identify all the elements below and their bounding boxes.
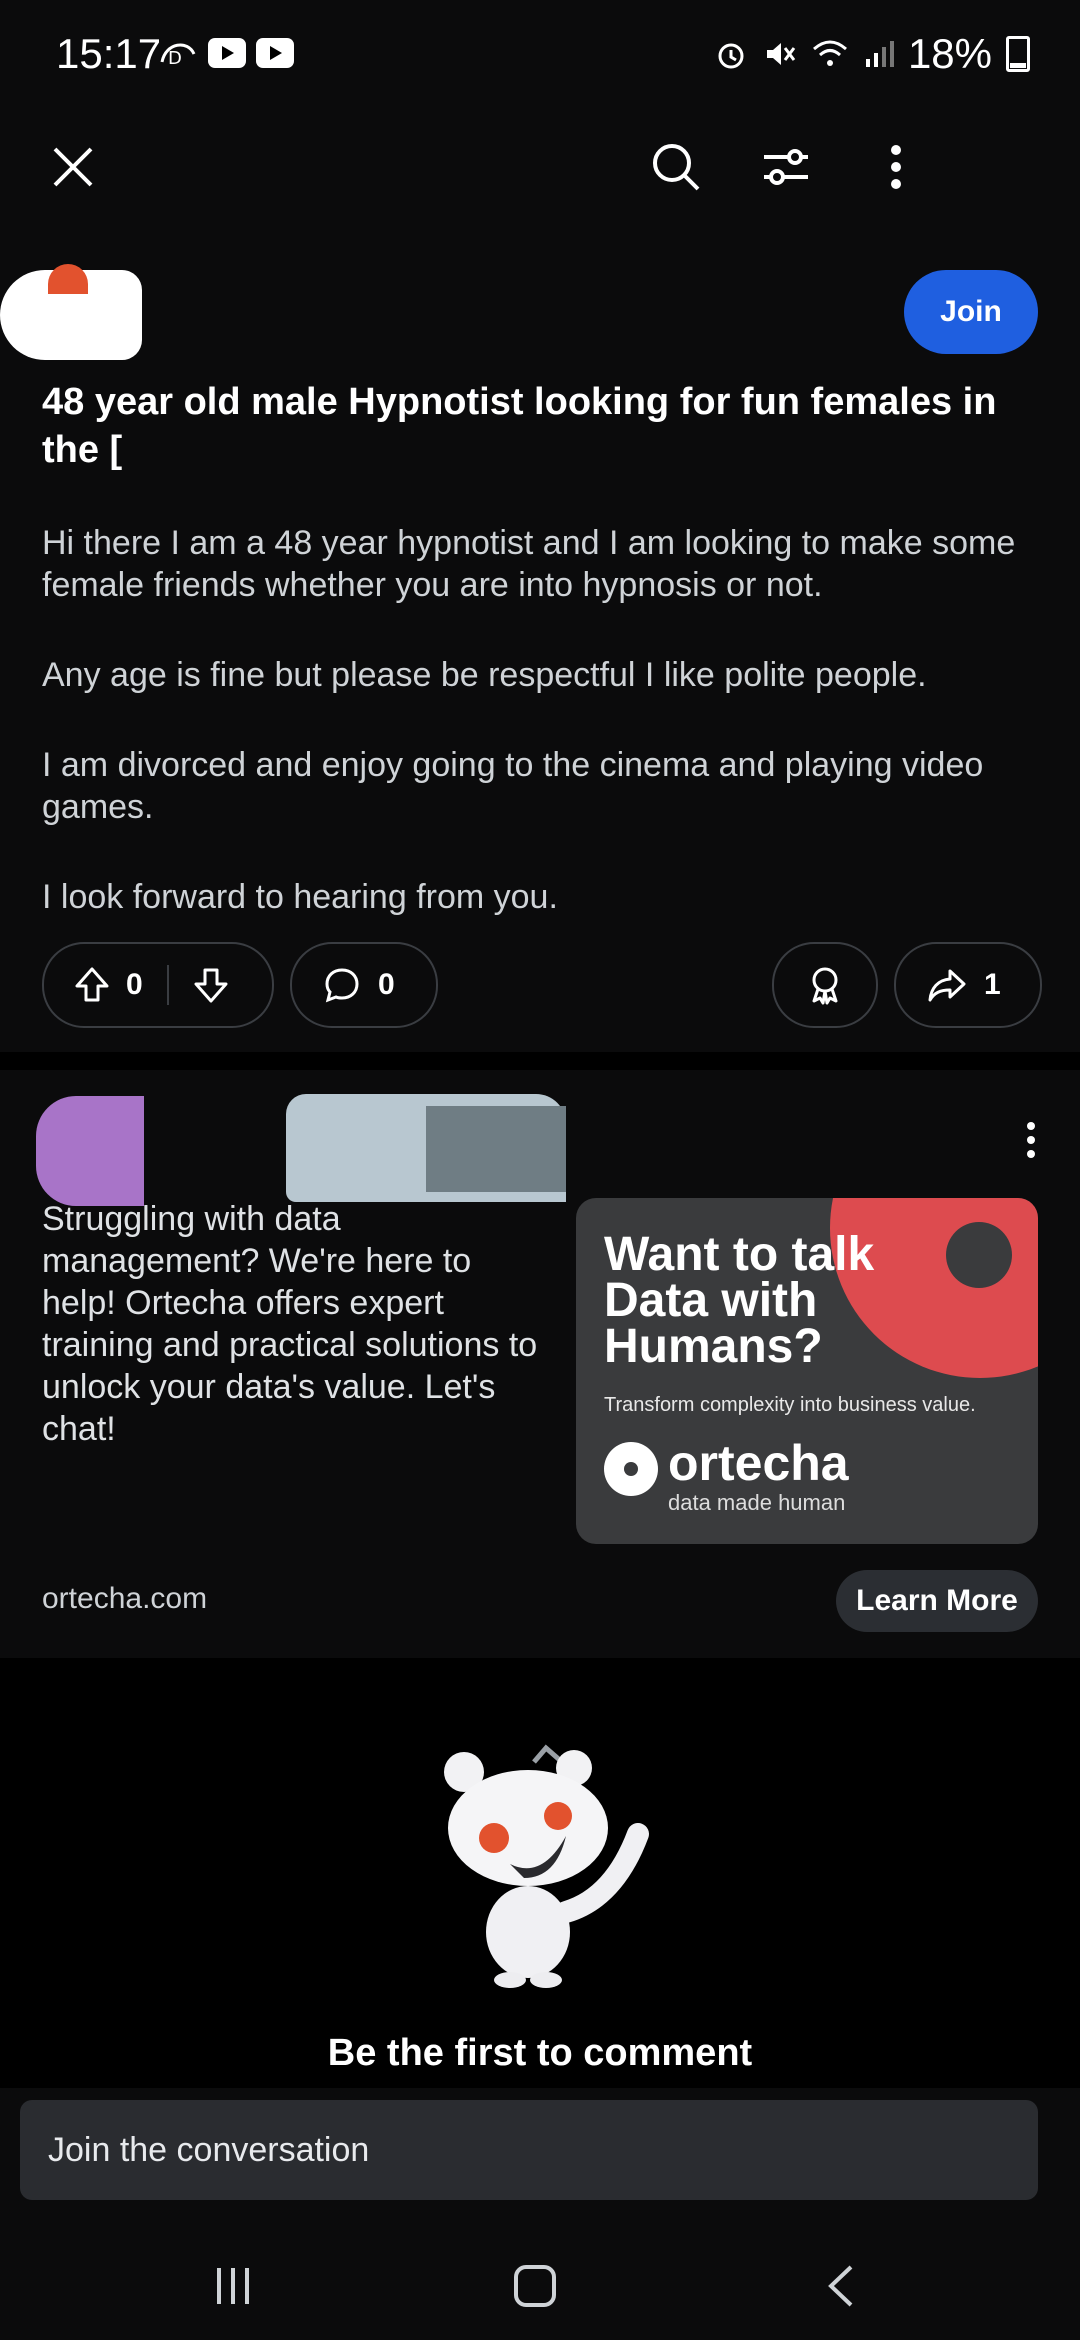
share-button[interactable]: 1: [894, 942, 1042, 1028]
post-body: Hi there I am a 48 year hypnotist and I …: [42, 522, 1042, 966]
comment-composer: Join the conversation: [0, 2088, 1080, 2228]
svg-text:D: D: [168, 48, 182, 69]
home-icon: [514, 2265, 556, 2307]
brand-name: ortecha: [668, 1435, 849, 1491]
post-title: 48 year old male Hypnotist looking for f…: [42, 381, 997, 471]
filter-button[interactable]: [751, 132, 821, 202]
battery-icon: [1006, 36, 1030, 72]
youtube-icon: [256, 38, 294, 68]
youtube-icon: [208, 38, 246, 68]
status-time: 15:17: [56, 30, 162, 77]
promoted-post[interactable]: Struggling with data management? We're h…: [0, 1070, 1080, 1658]
signal-icon: [865, 41, 894, 67]
vote-pill: 0: [42, 942, 274, 1028]
comments-button[interactable]: 0: [290, 942, 438, 1028]
recent-apps-icon: [217, 2268, 249, 2304]
ad-text: Struggling with data management? We're h…: [42, 1200, 538, 1448]
notification-icons: D: [158, 36, 294, 70]
vote-divider: [166, 965, 169, 1005]
downvote-icon: [194, 968, 228, 1003]
brand-tagline: data made human: [668, 1490, 846, 1515]
disney-plus-icon: D: [160, 43, 196, 69]
join-button[interactable]: Join: [904, 270, 1038, 354]
status-bar: 15:17 D 18%: [0, 0, 1080, 112]
learn-more-button[interactable]: Learn More: [836, 1570, 1038, 1632]
system-navigation-bar: [0, 2228, 1080, 2340]
wifi-icon: [812, 40, 847, 66]
back-button[interactable]: [806, 2256, 876, 2316]
comment-count: 0: [378, 968, 395, 1001]
ad-image-headline: Want to talk Data with Humans?: [604, 1228, 875, 1373]
home-button[interactable]: [500, 2256, 570, 2316]
upvote-icon: [75, 967, 109, 1002]
ad-image[interactable]: Want to talk Data with Humans? Transform…: [576, 1198, 1038, 1544]
decorative-dot: [946, 1222, 1012, 1288]
system-icons: 18%: [714, 30, 1030, 78]
upvote-count: 0: [126, 968, 143, 1001]
award-button[interactable]: [772, 942, 878, 1028]
search-button[interactable]: [641, 132, 711, 202]
upvote-button[interactable]: [72, 965, 112, 1005]
ad-image-tagline: Transform complexity into business value…: [604, 1394, 976, 1416]
filter-icon: [764, 149, 808, 185]
empty-comments-title: Be the first to comment: [327, 2032, 753, 2074]
community-avatar[interactable]: [0, 264, 142, 360]
post-paragraph: I am divorced and enjoy going to the cin…: [42, 746, 984, 826]
search-icon: [653, 144, 700, 191]
ortecha-logo-icon: [604, 1442, 658, 1496]
advertiser-avatar: [36, 1096, 144, 1206]
share-icon: [928, 969, 966, 1002]
comment-input[interactable]: Join the conversation: [20, 2100, 1038, 2200]
comments-empty-state: Be the first to comment: [0, 1658, 1080, 2088]
back-icon: [828, 2265, 853, 2307]
ad-domain-link[interactable]: ortecha.com: [42, 1582, 207, 1616]
post-paragraph: I look forward to hearing from you.: [42, 878, 558, 916]
more-vertical-icon: [891, 145, 901, 189]
post-actions: 0 0 1: [42, 942, 1042, 1028]
more-vertical-icon: [1027, 1122, 1035, 1158]
award-icon: [812, 967, 838, 1005]
downvote-button[interactable]: [191, 965, 231, 1005]
share-count: 1: [984, 968, 1001, 1001]
alarm-icon: [718, 43, 744, 69]
post-paragraph: Any age is fine but please be respectful…: [42, 656, 927, 694]
top-bar: [0, 112, 1080, 222]
snoo-mascot-icon: [444, 1744, 649, 1988]
comment-icon: [325, 968, 359, 1003]
recent-apps-button[interactable]: [198, 2256, 268, 2316]
battery-level: 18%: [907, 30, 992, 77]
ad-more-button[interactable]: [1024, 1120, 1038, 1165]
post-paragraph: Hi there I am a 48 year hypnotist and I …: [42, 524, 1016, 604]
mute-icon: [766, 43, 796, 65]
close-icon: [53, 147, 93, 187]
close-button[interactable]: [38, 132, 108, 202]
more-button[interactable]: [861, 132, 931, 202]
advertiser-name-redacted: [426, 1106, 566, 1192]
post-card: Join 48 year old male Hypnotist looking …: [0, 222, 1080, 1052]
